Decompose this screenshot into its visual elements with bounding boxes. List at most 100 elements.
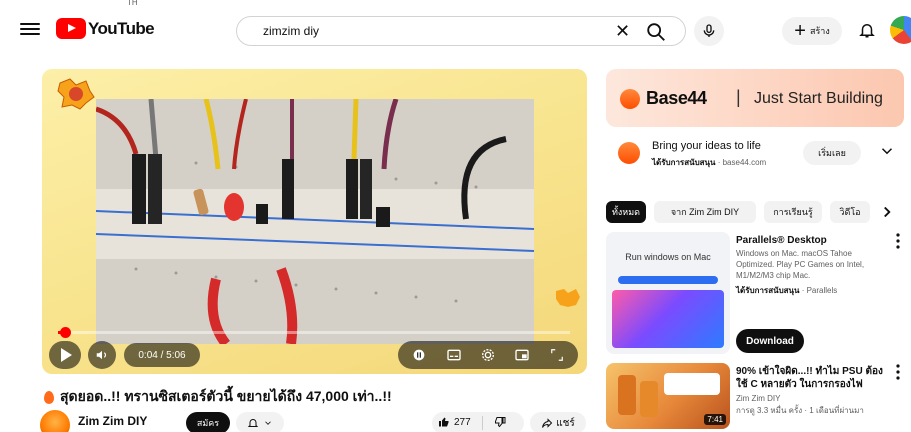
plus-icon: +	[794, 20, 806, 42]
channel-badge-icon	[57, 78, 95, 110]
fire-icon	[44, 390, 54, 404]
chevron-down-icon	[265, 421, 271, 425]
voice-search-button[interactable]	[694, 16, 724, 46]
like-divider	[482, 416, 483, 430]
rec-sponsor-line: ได้รับการสนับสนุน · Parallels	[736, 286, 838, 295]
rec-description: Windows on Mac. macOS Tahoe Optimized. P…	[736, 249, 865, 280]
youtube-play-icon	[56, 18, 86, 39]
notification-bell-button[interactable]	[236, 412, 284, 432]
chevron-down-icon[interactable]	[878, 142, 896, 160]
progress-bar[interactable]	[58, 327, 570, 338]
time-display: 0:04 / 5:06	[124, 343, 200, 367]
sponsor-label: ได้รับการสนับสนุน	[736, 286, 800, 295]
ad-brand: Base44	[646, 88, 707, 108]
chip-from-channel[interactable]: จาก Zim Zim DIY	[654, 201, 756, 223]
breadboard-scene	[96, 99, 534, 344]
menu-icon[interactable]	[20, 20, 40, 38]
filter-chips: ทั้งหมด จาก Zim Zim DIY การเรียนรู้ วิดี…	[606, 201, 911, 223]
capacitor-2	[640, 381, 658, 417]
top-bar: YouTube TH ✕ + สร้าง	[0, 0, 911, 60]
fullscreen-icon	[550, 349, 563, 361]
recommendation-sponsored[interactable]: Run windows on Mac Parallels® Desktop Wi…	[606, 232, 911, 357]
chip-all[interactable]: ทั้งหมด	[606, 201, 646, 223]
thumbs-down-icon[interactable]	[494, 416, 506, 428]
channel-row: Zim Zim DIY สมัคร 277 แชร์	[40, 408, 586, 432]
search-input[interactable]	[263, 24, 603, 38]
video-title-text: สุดยอด..!! ทรานซิสเตอร์ตัวนี้ ขยายได้ถึง…	[60, 388, 392, 404]
clear-icon[interactable]: ✕	[615, 21, 630, 42]
advertiser-avatar[interactable]	[618, 142, 640, 164]
mic-icon	[703, 24, 715, 37]
thumb-desktop	[612, 290, 724, 348]
miniplayer-button[interactable]	[512, 345, 532, 365]
logo-text: YouTube	[88, 18, 155, 38]
video-duration: 7:41	[704, 414, 726, 425]
ad-separator: |	[736, 87, 741, 107]
subtitles-icon	[446, 349, 461, 361]
fullscreen-button[interactable]	[547, 345, 567, 365]
ad-cta-button[interactable]: เริ่มเลย	[803, 141, 861, 165]
ad-info: Bring your ideas to life ได้รับการสนับสน…	[606, 134, 904, 182]
like-count: 277	[454, 417, 471, 428]
account-avatar[interactable]	[890, 16, 911, 44]
search-box: ✕	[236, 16, 686, 46]
search-icon	[647, 23, 665, 41]
search-button[interactable]	[645, 21, 673, 43]
settings-button[interactable]	[478, 345, 498, 365]
youtube-logo[interactable]: YouTube	[56, 18, 155, 39]
like-button[interactable]: 277	[432, 412, 524, 432]
share-label: แชร์	[556, 417, 575, 429]
country-code: TH	[127, 0, 138, 7]
autoplay-icon	[413, 349, 425, 361]
capacitor-1	[618, 375, 636, 415]
ad-sponsor-line: ได้รับการสนับสนุน · base44.com	[652, 158, 767, 167]
volume-button[interactable]	[88, 341, 116, 369]
subtitles-button[interactable]	[444, 345, 464, 365]
subscribe-button[interactable]: สมัคร	[186, 412, 230, 432]
create-label: สร้าง	[809, 26, 830, 36]
pause-autoplay-button[interactable]	[409, 345, 429, 365]
rec-meta: การดู 3.3 หมื่น ครั้ง · 1 เดือนที่ผ่านมา	[736, 406, 864, 415]
sponsor-domain: base44.com	[722, 158, 767, 167]
volume-icon	[96, 350, 107, 360]
play-button[interactable]	[49, 341, 81, 369]
share-icon	[542, 418, 553, 428]
corner-badge-icon	[556, 289, 580, 307]
ad-banner[interactable]: Base44 | Just Start Building	[606, 69, 904, 127]
rec-title: 90% เข้าใจผิด...!! ทำไม PSU ต้องใช้ C หล…	[736, 366, 883, 390]
parallels-thumbnail: Run windows on Mac	[606, 232, 730, 354]
video-frame	[96, 99, 534, 344]
base44-logo-icon	[620, 89, 640, 109]
chevron-right-icon[interactable]	[878, 203, 896, 221]
ad-tagline: Just Start Building	[754, 90, 883, 107]
recommendation-video[interactable]: 7:41 90% เข้าใจผิด...!! ทำไม PSU ต้องใช้…	[606, 363, 911, 432]
sponsor-label: ได้รับการสนับสนุน	[652, 158, 716, 167]
notifications-button[interactable]	[858, 20, 878, 42]
more-vert-icon[interactable]	[892, 232, 904, 250]
rec-channel: Zim Zim DIY	[736, 394, 781, 403]
download-button[interactable]: Download	[736, 329, 804, 353]
more-vert-icon[interactable]	[892, 363, 904, 381]
thumb-text: Run windows on Mac	[625, 252, 711, 262]
channel-avatar[interactable]	[40, 410, 70, 432]
bell-icon	[859, 24, 875, 38]
sponsor-name: Parallels	[806, 286, 838, 295]
miniplayer-icon	[515, 349, 530, 361]
thumbs-up-icon	[439, 417, 449, 427]
video-player[interactable]: 0:04 / 5:06	[42, 69, 587, 374]
video-title: สุดยอด..!! ทรานซิสเตอร์ตัวนี้ ขยายได้ถึง…	[44, 386, 392, 408]
channel-name[interactable]: Zim Zim DIY	[78, 414, 147, 428]
progress-scrubber[interactable]	[59, 327, 71, 338]
thumb-note	[664, 373, 720, 395]
create-button[interactable]: + สร้าง	[782, 17, 842, 45]
share-button[interactable]: แชร์	[530, 412, 586, 432]
rec-title: Parallels® Desktop	[736, 235, 827, 246]
gear-icon	[481, 349, 494, 361]
ad-title[interactable]: Bring your ideas to life	[652, 140, 761, 152]
psu-thumbnail: 7:41	[606, 363, 730, 429]
chip-learning[interactable]: การเรียนรู้	[764, 201, 822, 223]
player-right-controls	[398, 341, 578, 369]
chip-videos[interactable]: วิดีโอ	[830, 201, 870, 223]
thumb-pill	[618, 276, 718, 284]
bell-icon	[247, 419, 259, 427]
